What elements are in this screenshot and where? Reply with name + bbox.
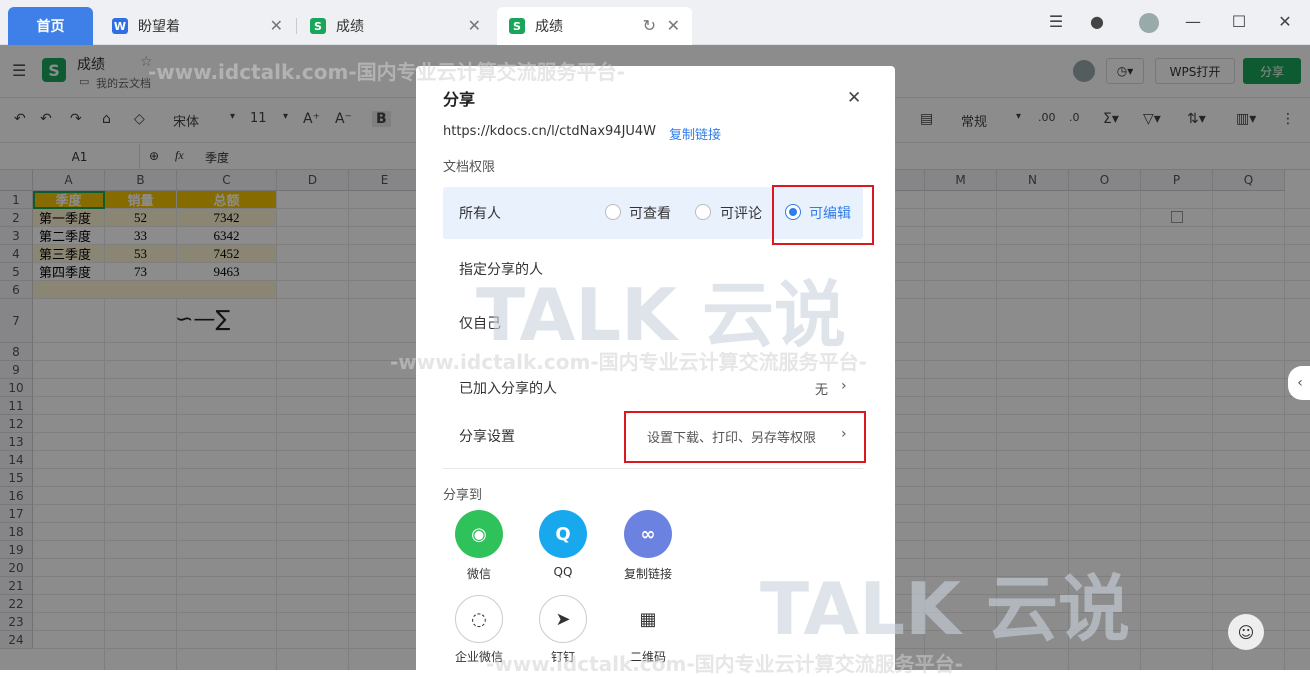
tab-divider bbox=[296, 18, 297, 34]
tab-bar: 首页 W 盼望着 ✕ S 成绩 ✕ S 成绩 ↻ ✕ ☰ ● — ☐ ✕ bbox=[0, 0, 1310, 45]
share-to-heading: 分享到 bbox=[443, 488, 483, 503]
tab-sheet[interactable]: S 成绩 ✕ bbox=[298, 7, 493, 45]
tab-home-label: 首页 bbox=[36, 19, 65, 35]
share-target-label: 微信 bbox=[466, 567, 491, 581]
tab-label: 盼望着 bbox=[138, 19, 180, 35]
joined-users-row[interactable]: 已加入分享的人 无 › bbox=[443, 362, 863, 414]
share-target-label: 企业微信 bbox=[454, 650, 503, 664]
highlight-box bbox=[624, 411, 866, 463]
settings-label: 分享设置 bbox=[459, 429, 515, 445]
chevron-right-icon: › bbox=[841, 378, 847, 394]
option-specified[interactable]: 指定分享的人 bbox=[443, 243, 863, 295]
share-target-label: 复制链接 bbox=[623, 567, 672, 581]
radio-comment[interactable] bbox=[695, 204, 711, 220]
side-panel-toggle[interactable]: ‹ bbox=[1288, 366, 1310, 400]
radio-comment-label[interactable]: 可评论 bbox=[720, 203, 762, 223]
joined-label: 已加入分享的人 bbox=[459, 381, 557, 397]
tab-home[interactable]: 首页 bbox=[8, 7, 93, 45]
option-label: 仅自己 bbox=[459, 316, 501, 332]
close-icon[interactable]: ✕ bbox=[270, 16, 283, 35]
assistant-avatar[interactable]: ☺ bbox=[1228, 614, 1264, 650]
link-icon[interactable]: ∞ bbox=[624, 510, 672, 558]
wps-writer-icon: W bbox=[112, 18, 128, 34]
window-close-icon[interactable]: ✕ bbox=[1275, 12, 1295, 31]
maximize-icon[interactable]: ☐ bbox=[1229, 12, 1249, 31]
close-icon[interactable]: ✕ bbox=[468, 16, 481, 35]
qrcode-icon[interactable]: ▦ bbox=[624, 595, 672, 643]
message-icon[interactable]: ● bbox=[1087, 12, 1107, 31]
dialog-title: 分享 bbox=[443, 90, 476, 109]
dingtalk-icon[interactable]: ➤ bbox=[539, 595, 587, 643]
option-label: 指定分享的人 bbox=[459, 262, 543, 278]
option-label: 所有人 bbox=[459, 206, 501, 222]
wechat-icon[interactable]: ◉ bbox=[455, 510, 503, 558]
share-target-label: 二维码 bbox=[629, 650, 666, 664]
share-link: https://kdocs.cn/l/ctdNax94JU4W bbox=[443, 124, 657, 139]
wecom-icon[interactable]: ◌ bbox=[455, 595, 503, 643]
close-icon[interactable]: ✕ bbox=[847, 88, 861, 108]
share-target-label: QQ bbox=[553, 565, 573, 579]
chevron-left-icon: ‹ bbox=[1297, 375, 1303, 391]
joined-value: 无 bbox=[815, 383, 829, 398]
tab-label: 成绩 bbox=[535, 19, 563, 35]
option-only-me[interactable]: 仅自己 bbox=[443, 297, 863, 349]
menu-icon[interactable]: ☰ bbox=[1046, 12, 1066, 31]
wps-sheet-icon: S bbox=[310, 18, 326, 34]
radio-view[interactable] bbox=[605, 204, 621, 220]
divider bbox=[443, 468, 863, 469]
tab-document[interactable]: W 盼望着 ✕ bbox=[100, 7, 295, 45]
share-dialog: 分享 ✕ https://kdocs.cn/l/ctdNax94JU4W 复制链… bbox=[416, 66, 895, 670]
refresh-icon[interactable]: ↻ bbox=[643, 16, 656, 35]
permission-heading: 文档权限 bbox=[443, 160, 496, 175]
copy-link-button[interactable]: 复制链接 bbox=[669, 124, 721, 143]
qq-icon[interactable]: Q bbox=[539, 510, 587, 558]
radio-view-label[interactable]: 可查看 bbox=[629, 203, 671, 223]
close-icon[interactable]: ✕ bbox=[667, 16, 680, 35]
avatar[interactable] bbox=[1139, 13, 1159, 33]
highlight-box bbox=[772, 185, 874, 245]
share-target-label: 钉钉 bbox=[550, 650, 575, 664]
minimize-icon[interactable]: — bbox=[1183, 12, 1203, 31]
tab-label: 成绩 bbox=[336, 19, 364, 35]
wps-sheet-icon: S bbox=[509, 18, 525, 34]
tab-sheet-active[interactable]: S 成绩 ↻ ✕ bbox=[497, 7, 692, 45]
